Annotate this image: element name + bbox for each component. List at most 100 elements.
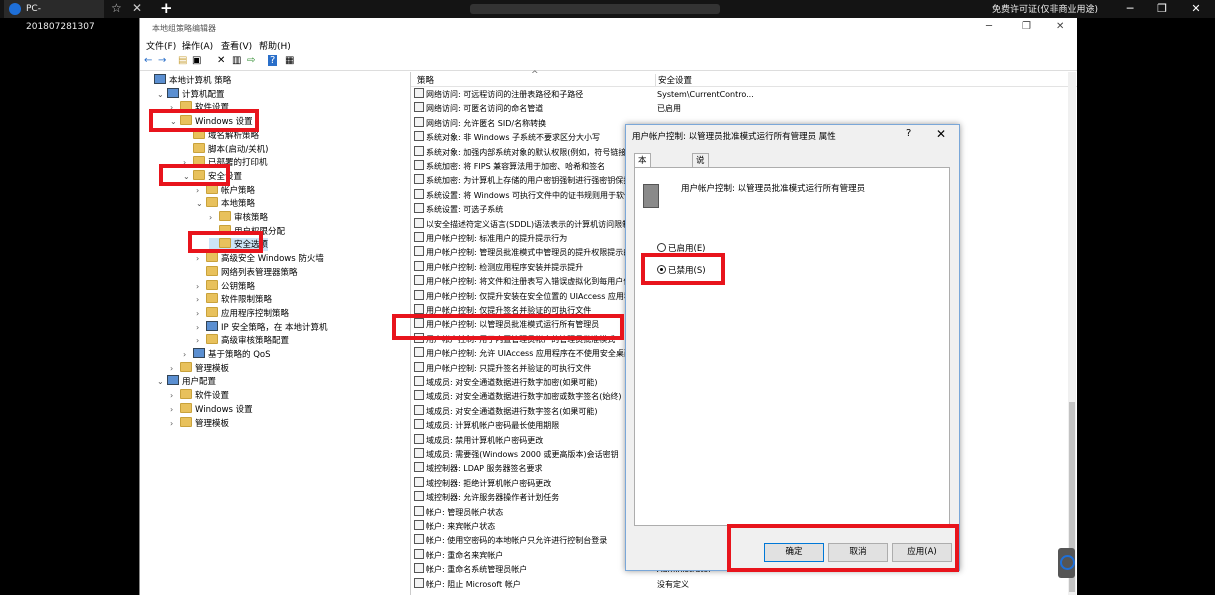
expand-chevron-icon[interactable]: › (196, 280, 206, 293)
policy-row[interactable]: 用户帐户控制: 标准用户的提升提示行为 (414, 232, 567, 246)
tree-item[interactable]: › 软件设置 (170, 389, 229, 402)
help-icon[interactable]: ? (268, 55, 278, 66)
policy-row[interactable]: 用户帐户控制: 只提升签名并验证的可执行文件 (414, 361, 591, 376)
policy-row[interactable]: 用户帐户控制: 仅提升签名并验证的可执行文件 (414, 304, 591, 318)
menu-file[interactable]: 文件(F) (146, 39, 176, 52)
expand-chevron-icon[interactable]: › (196, 321, 206, 334)
tree-item[interactable]: › 管理模板 (170, 416, 229, 430)
tree-item[interactable]: 本地计算机 策略 (144, 74, 231, 87)
policy-row[interactable]: 以安全描述符定义语言(SDDL)语法表示的计算机访问限制 (414, 217, 630, 232)
window-restore-button[interactable]: ❐ (1022, 21, 1031, 32)
minimize-button[interactable]: ─ (1118, 0, 1142, 18)
view-icon[interactable]: ▦ (285, 55, 294, 66)
menu-view[interactable]: 查看(V) (221, 39, 252, 52)
up-folder-icon[interactable]: ▤ (178, 55, 187, 66)
dialog-close-button[interactable]: ✕ (936, 127, 946, 141)
expand-chevron-icon[interactable]: ⌄ (183, 170, 193, 183)
policy-row[interactable]: 网络访问: 可匿名访问的命名管道 (414, 102, 543, 116)
tab-explain[interactable]: 说明 (692, 153, 709, 180)
tree-item[interactable]: › 应用程序控制策略 (196, 306, 289, 320)
policy-row[interactable]: 帐户: 阻止 Microsoft 帐户 (414, 577, 521, 592)
tree-item[interactable]: ⌄ 计算机配置 (157, 87, 225, 101)
expand-chevron-icon[interactable]: › (209, 211, 219, 224)
policy-row[interactable]: 域成员: 对安全通道数据进行数字加密或数字签名(始终) (414, 390, 621, 404)
ok-button[interactable]: 确定 (764, 543, 824, 562)
restore-button[interactable]: ❐ (1150, 0, 1174, 18)
close-session-icon[interactable]: ✕ (132, 1, 142, 15)
favorite-star-icon[interactable]: ☆ (111, 1, 122, 15)
column-policy[interactable]: 策略 (417, 74, 434, 86)
policy-row[interactable]: 系统加密: 为计算机上存储的用户密钥强制进行强密钥保护 (414, 174, 631, 188)
expand-chevron-icon[interactable]: › (170, 389, 180, 402)
expand-chevron-icon[interactable]: › (170, 101, 180, 114)
new-tab-button[interactable]: + (160, 0, 173, 17)
tree-item[interactable]: ⌄ 用户配置 (157, 375, 216, 388)
tree-item[interactable]: › 审核策略 (209, 211, 268, 224)
policy-row[interactable]: 用户帐户控制: 用于内置管理员帐户的管理员批准模式 (414, 332, 615, 347)
properties-icon[interactable]: ▥ (232, 55, 241, 66)
policy-row[interactable]: 域成员: 计算机帐户密码最长使用期限 (414, 419, 559, 433)
expand-chevron-icon[interactable]: › (196, 307, 206, 320)
session-tab[interactable]: PC-201807281307 (4, 0, 104, 32)
export-icon[interactable]: ⇨ (247, 55, 255, 66)
expand-chevron-icon[interactable]: ⌄ (170, 115, 180, 128)
policy-row[interactable]: 系统对象: 加强内部系统对象的默认权限(例如，符号链接) (414, 145, 629, 160)
expand-chevron-icon[interactable]: › (196, 334, 206, 347)
tree-item[interactable]: › 已部署的打印机 (183, 156, 268, 169)
tree-item[interactable]: ⌄ Windows 设置 (170, 115, 253, 128)
expand-chevron-icon[interactable]: › (183, 348, 193, 361)
tree-item[interactable]: 域名解析策略 (183, 128, 259, 142)
expand-chevron-icon[interactable]: › (170, 417, 180, 430)
expand-chevron-icon[interactable]: › (170, 403, 180, 416)
tree-item[interactable]: › 基于策略的 QoS (183, 348, 271, 361)
policy-row[interactable]: 网络访问: 可远程访问的注册表路径和子路径 (414, 88, 583, 102)
policy-row[interactable]: 域成员: 对安全通道数据进行数字签名(如果可能) (414, 404, 597, 419)
tab-local-security-setting[interactable]: 本地安全设置 (634, 153, 651, 236)
tree-item[interactable]: ⌄ 安全设置 (183, 169, 242, 183)
expand-chevron-icon[interactable]: ⌄ (157, 88, 167, 101)
policy-row[interactable]: 用户帐户控制: 以管理员批准模式运行所有管理员 (414, 318, 599, 332)
delete-icon[interactable]: ✕ (217, 55, 225, 66)
policy-row[interactable]: 帐户: 重命名系统管理员帐户 (414, 563, 527, 577)
policy-row[interactable]: 用户帐户控制: 管理员批准模式中管理员的提升权限提示的行为 (414, 246, 647, 260)
remote-side-handle[interactable] (1058, 548, 1075, 578)
tree-item[interactable]: › 软件限制策略 (196, 293, 272, 306)
tree-item[interactable]: › IP 安全策略，在 本地计算机 (196, 320, 328, 334)
policy-row[interactable]: 用户帐户控制: 仅提升安装在安全位置的 UIAccess 应用程序 (414, 289, 640, 304)
policy-row[interactable]: 用户帐户控制: 将文件和注册表写入错误虚拟化到每用户位置 (414, 275, 639, 289)
tree-item[interactable]: 脚本(启动/关机) (183, 142, 269, 156)
close-button[interactable]: ✕ (1184, 0, 1208, 18)
policy-row[interactable]: 域控制器: 允许服务器操作者计划任务 (414, 491, 559, 505)
tree-item[interactable]: › 公钥策略 (196, 279, 255, 293)
policy-row[interactable]: 系统对象: 非 Windows 子系统不要求区分大小写 (414, 131, 600, 145)
policy-row[interactable]: 系统加密: 将 FIPS 兼容算法用于加密、哈希和签名 (414, 160, 605, 174)
tree-item[interactable]: › 管理模板 (170, 361, 229, 375)
policy-row[interactable]: 域成员: 需要强(Windows 2000 或更高版本)会话密钥 (414, 448, 619, 462)
policy-row[interactable]: 域控制器: LDAP 服务器签名要求 (414, 462, 543, 476)
radio-disabled[interactable]: 已禁用(S) (657, 264, 706, 278)
policy-row[interactable]: 域成员: 对安全通道数据进行数字加密(如果可能) (414, 376, 597, 390)
tree-item[interactable]: › 软件设置 (170, 101, 229, 114)
tree-item[interactable]: › Windows 设置 (170, 402, 253, 416)
menu-action[interactable]: 操作(A) (182, 39, 213, 52)
policy-row[interactable]: 域成员: 禁用计算机帐户密码更改 (414, 433, 543, 448)
back-icon[interactable]: ← (144, 55, 152, 66)
menu-help[interactable]: 帮助(H) (259, 39, 291, 52)
apply-button[interactable]: 应用(A) (892, 543, 952, 562)
cancel-button[interactable]: 取消 (828, 543, 888, 562)
dialog-help-button[interactable]: ? (906, 128, 911, 139)
expand-chevron-icon[interactable]: › (196, 252, 206, 265)
column-setting[interactable]: 安全设置 (655, 74, 692, 86)
window-close-button[interactable]: ✕ (1056, 21, 1064, 32)
tree-item[interactable]: 网络列表管理器策略 (196, 265, 298, 279)
expand-chevron-icon[interactable]: › (196, 184, 206, 197)
show-tree-icon[interactable]: ▣ (192, 55, 201, 66)
expand-chevron-icon[interactable]: › (196, 293, 206, 306)
expand-chevron-icon[interactable]: › (170, 362, 180, 375)
expand-chevron-icon[interactable]: › (183, 156, 193, 169)
radio-enabled[interactable]: 已启用(E) (657, 242, 706, 256)
window-minimize-button[interactable]: ─ (986, 21, 992, 32)
expand-chevron-icon[interactable]: ⌄ (157, 375, 167, 388)
tree-item[interactable]: › 帐户策略 (196, 183, 255, 197)
radio-disabled-dot[interactable] (657, 265, 666, 274)
